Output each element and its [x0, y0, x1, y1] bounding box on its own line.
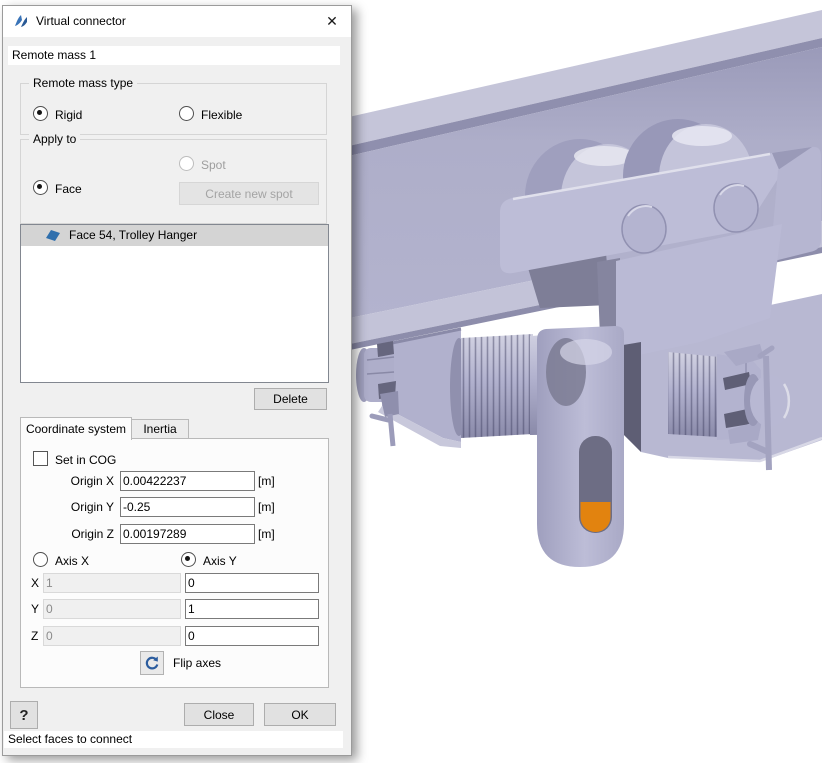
axis-y-y-input[interactable]: [185, 599, 319, 619]
close-icon[interactable]: ✕: [319, 9, 345, 33]
axis-row-y-label: Y: [31, 602, 39, 616]
connector-name-input[interactable]: [8, 46, 340, 65]
origin-y-label: Origin Y: [21, 500, 114, 514]
status-message: Select faces to connect: [4, 731, 343, 748]
axis-row-x-label: X: [31, 576, 39, 590]
axis-y-radio-circle[interactable]: [181, 552, 196, 567]
virtual-connector-icon: [13, 13, 29, 29]
dialog-titlebar[interactable]: Virtual connector ✕: [3, 6, 351, 37]
origin-x-unit: [m]: [258, 474, 275, 488]
set-in-cog-box[interactable]: [33, 451, 48, 466]
axis-row-z-label: Z: [31, 629, 38, 643]
axis-x-y-input: [43, 599, 181, 619]
plate-boss-left: [622, 205, 666, 253]
selected-face-highlight[interactable]: [581, 502, 611, 532]
remote-mass-type-legend: Remote mass type: [29, 76, 137, 90]
origin-x-input[interactable]: [120, 471, 255, 491]
application-window: Virtual connector ✕ Remote mass type Rig…: [0, 0, 822, 760]
flexible-radio[interactable]: Flexible: [179, 106, 242, 122]
ok-button[interactable]: OK: [264, 703, 336, 726]
list-item-face[interactable]: Face 54, Trolley Hanger: [21, 225, 328, 246]
origin-z-input[interactable]: [120, 524, 255, 544]
rigid-radio-circle[interactable]: [33, 106, 48, 121]
rigid-radio[interactable]: Rigid: [33, 106, 82, 122]
tab-inertia[interactable]: Inertia: [131, 419, 189, 440]
tab-coordinate-system[interactable]: Coordinate system: [20, 417, 132, 440]
axis-y-z-input[interactable]: [185, 626, 319, 646]
spot-radio: Spot: [179, 156, 226, 172]
face-radio-circle[interactable]: [33, 180, 48, 195]
origin-y-input[interactable]: [120, 497, 255, 517]
help-button[interactable]: ?: [10, 701, 38, 729]
apply-to-legend: Apply to: [29, 132, 80, 146]
create-new-spot-button: Create new spot: [179, 182, 319, 205]
origin-x-label: Origin X: [21, 474, 114, 488]
dialog-title: Virtual connector: [36, 14, 126, 28]
apply-to-group: Apply to Face Spot Create new spot: [20, 139, 327, 224]
set-in-cog-checkbox[interactable]: Set in COG: [33, 451, 116, 467]
coordinate-system-pane: Set in COG Origin X [m] Origin Y [m] Ori…: [20, 438, 329, 688]
connected-faces-list[interactable]: Face 54, Trolley Hanger: [20, 224, 329, 383]
spot-radio-circle: [179, 156, 194, 171]
virtual-connector-dialog: Virtual connector ✕ Remote mass type Rig…: [2, 5, 352, 756]
trolley-hanger-clevis[interactable]: [537, 326, 624, 567]
remote-mass-type-group: Remote mass type Rigid Flexible: [20, 83, 327, 135]
origin-z-label: Origin Z: [21, 527, 114, 541]
face-radio[interactable]: Face: [33, 180, 82, 196]
flip-axes-button[interactable]: [140, 651, 164, 675]
axis-y-x-input[interactable]: [185, 573, 319, 593]
flip-axes-icon: [144, 655, 160, 671]
face-item-label: Face 54, Trolley Hanger: [69, 225, 197, 246]
face-icon: [46, 229, 61, 242]
origin-y-unit: [m]: [258, 500, 275, 514]
axis-y-radio[interactable]: Axis Y: [181, 552, 237, 568]
axis-x-z-input: [43, 626, 181, 646]
origin-z-unit: [m]: [258, 527, 275, 541]
axis-x-radio[interactable]: Axis X: [33, 552, 89, 568]
plate-boss-right: [714, 184, 758, 232]
flexible-radio-circle[interactable]: [179, 106, 194, 121]
flip-axes-label: Flip axes: [173, 656, 221, 670]
delete-button[interactable]: Delete: [254, 388, 327, 410]
axis-x-radio-circle[interactable]: [33, 552, 48, 567]
close-button[interactable]: Close: [184, 703, 254, 726]
axis-x-x-input: [43, 573, 181, 593]
